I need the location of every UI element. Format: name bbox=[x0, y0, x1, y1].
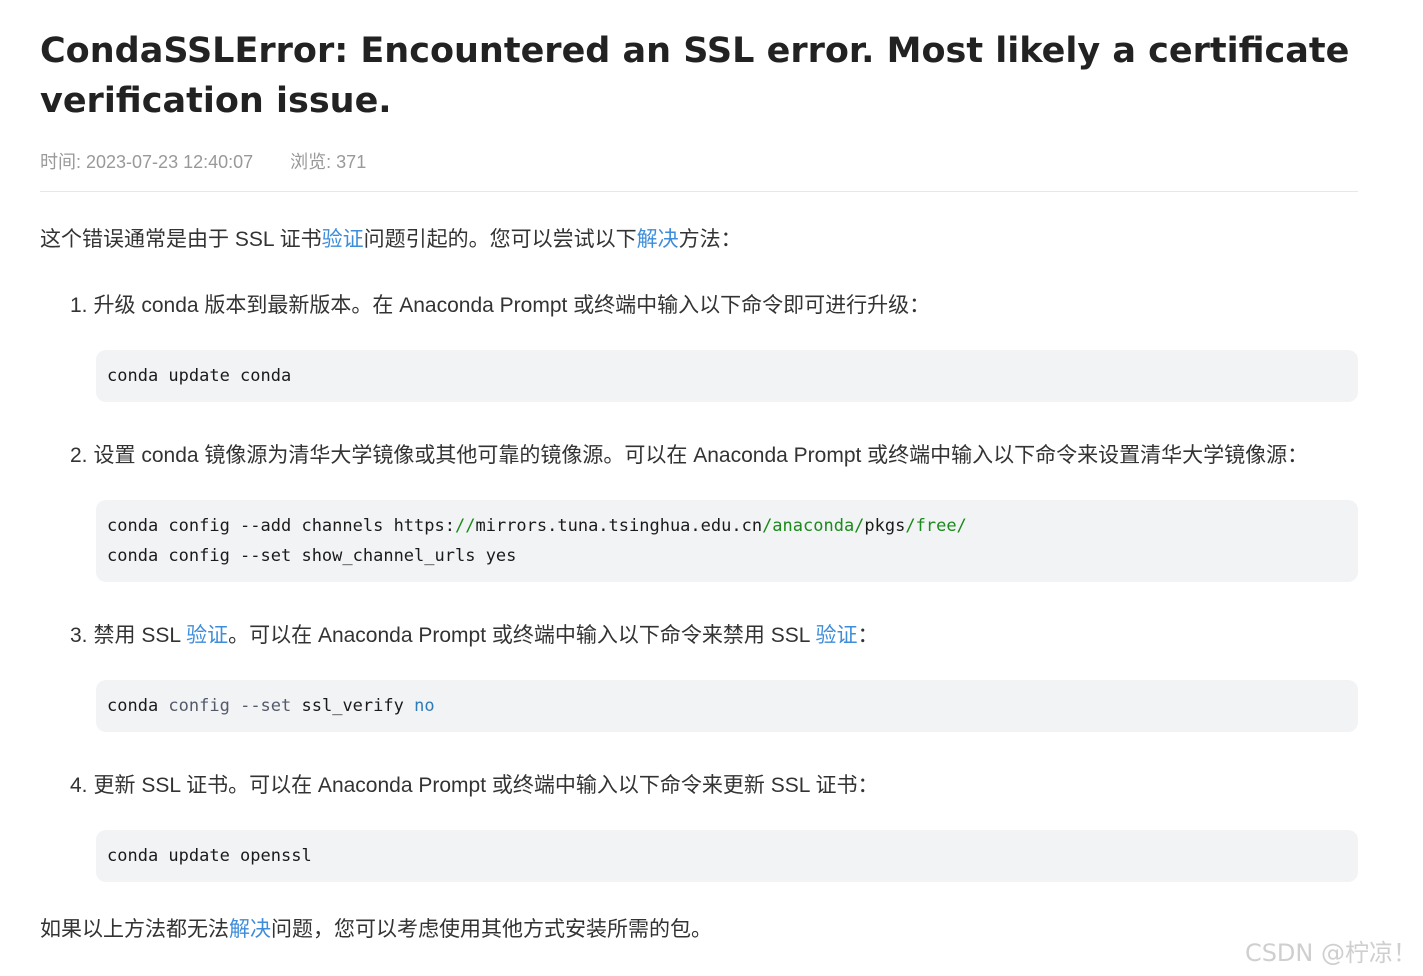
code-token: ssl_verify bbox=[301, 696, 404, 716]
code-token: conda bbox=[107, 696, 169, 716]
list-item-step-2: 2. 设置 conda 镜像源为清华大学镜像或其他可靠的镜像源。可以在 Anaco… bbox=[70, 440, 1358, 582]
intro-text-2: 问题引起的。您可以尝试以下 bbox=[363, 228, 637, 251]
step-3-text: 3. 禁用 SSL 验证。可以在 Anaconda Prompt 或终端中输入以下… bbox=[70, 620, 1358, 652]
view-count: 浏览: 371 bbox=[290, 152, 367, 172]
keyword-link-solve[interactable]: 解决 bbox=[229, 918, 271, 941]
intro-text-3: 方法： bbox=[678, 228, 742, 251]
code-token: conda config --add channels https: bbox=[107, 516, 455, 536]
step-2-text: 2. 设置 conda 镜像源为清华大学镜像或其他可靠的镜像源。可以在 Anaco… bbox=[70, 440, 1358, 472]
step-2-description: 设置 conda 镜像源为清华大学镜像或其他可靠的镜像源。可以在 Anacond… bbox=[93, 444, 1309, 467]
steps-list: 1. 升级 conda 版本到最新版本。在 Anaconda Prompt 或终端… bbox=[40, 290, 1358, 882]
code-block-3[interactable]: conda config --set ssl_verify no bbox=[96, 680, 1358, 732]
step-4-description: 更新 SSL 证书。可以在 Anaconda Prompt 或终端中输入以下命令… bbox=[93, 774, 879, 797]
step-4-text: 4. 更新 SSL 证书。可以在 Anaconda Prompt 或终端中输入以下… bbox=[70, 770, 1358, 802]
step-3-text-2: 。可以在 Anaconda Prompt 或终端中输入以下命令来禁用 SSL bbox=[228, 624, 816, 647]
intro-text-1: 这个错误通常是由于 SSL 证书 bbox=[40, 228, 322, 251]
code-token: pkgs bbox=[864, 516, 906, 536]
step-3-number: 3. bbox=[70, 624, 88, 647]
code-token: --set bbox=[229, 696, 302, 716]
article-meta: 时间: 2023-07-23 12:40:07 浏览: 371 bbox=[40, 148, 1358, 192]
step-4-number: 4. bbox=[70, 774, 88, 797]
code-token: config bbox=[168, 696, 230, 716]
code-line: conda config --set show_channel_urls yes bbox=[107, 546, 517, 566]
intro-paragraph: 这个错误通常是由于 SSL 证书验证问题引起的。您可以尝试以下解决方法： bbox=[40, 224, 1358, 256]
step-3-text-3: ： bbox=[857, 624, 879, 647]
keyword-link-verify[interactable]: 验证 bbox=[322, 228, 364, 251]
code-token: // bbox=[455, 516, 476, 536]
article: CondaSSLError: Encountered an SSL error.… bbox=[40, 0, 1358, 946]
code-line: conda update openssl bbox=[107, 846, 312, 866]
step-1-number: 1. bbox=[70, 294, 88, 317]
code-token: /free/ bbox=[905, 516, 967, 536]
list-item-step-3: 3. 禁用 SSL 验证。可以在 Anaconda Prompt 或终端中输入以下… bbox=[70, 620, 1358, 732]
list-item-step-1: 1. 升级 conda 版本到最新版本。在 Anaconda Prompt 或终端… bbox=[70, 290, 1358, 402]
outro-text-2: 问题，您可以考虑使用其他方式安装所需的包。 bbox=[271, 918, 712, 941]
code-block-1[interactable]: conda update conda bbox=[96, 350, 1358, 402]
code-line: conda config --add channels https://mirr… bbox=[107, 511, 1347, 541]
page-title: CondaSSLError: Encountered an SSL error.… bbox=[40, 31, 1350, 121]
step-3-text-1: 禁用 SSL bbox=[93, 624, 187, 647]
step-1-text: 1. 升级 conda 版本到最新版本。在 Anaconda Prompt 或终端… bbox=[70, 290, 1358, 322]
code-block-4[interactable]: conda update openssl bbox=[96, 830, 1358, 882]
code-token: no bbox=[414, 696, 435, 716]
code-line: conda update conda bbox=[107, 366, 292, 386]
step-1-description: 升级 conda 版本到最新版本。在 Anaconda Prompt 或终端中输… bbox=[93, 294, 931, 317]
outro-text-1: 如果以上方法都无法 bbox=[40, 918, 229, 941]
keyword-link-solve[interactable]: 解决 bbox=[637, 228, 679, 251]
list-item-step-4: 4. 更新 SSL 证书。可以在 Anaconda Prompt 或终端中输入以下… bbox=[70, 770, 1358, 882]
keyword-link-verify[interactable]: 验证 bbox=[186, 624, 228, 647]
publish-time: 时间: 2023-07-23 12:40:07 bbox=[40, 152, 254, 172]
keyword-link-verify[interactable]: 验证 bbox=[815, 624, 857, 647]
outro-paragraph: 如果以上方法都无法解决问题，您可以考虑使用其他方式安装所需的包。 bbox=[40, 914, 1358, 946]
code-block-2[interactable]: conda config --add channels https://mirr… bbox=[96, 500, 1358, 582]
step-2-number: 2. bbox=[70, 444, 88, 467]
code-token: /anaconda/ bbox=[762, 516, 865, 536]
code-token: mirrors.tuna.tsinghua.edu.cn bbox=[475, 516, 763, 536]
code-line: conda config --set ssl_verify no bbox=[107, 691, 1347, 721]
watermark: CSDN @柠凉！ bbox=[1244, 939, 1417, 967]
